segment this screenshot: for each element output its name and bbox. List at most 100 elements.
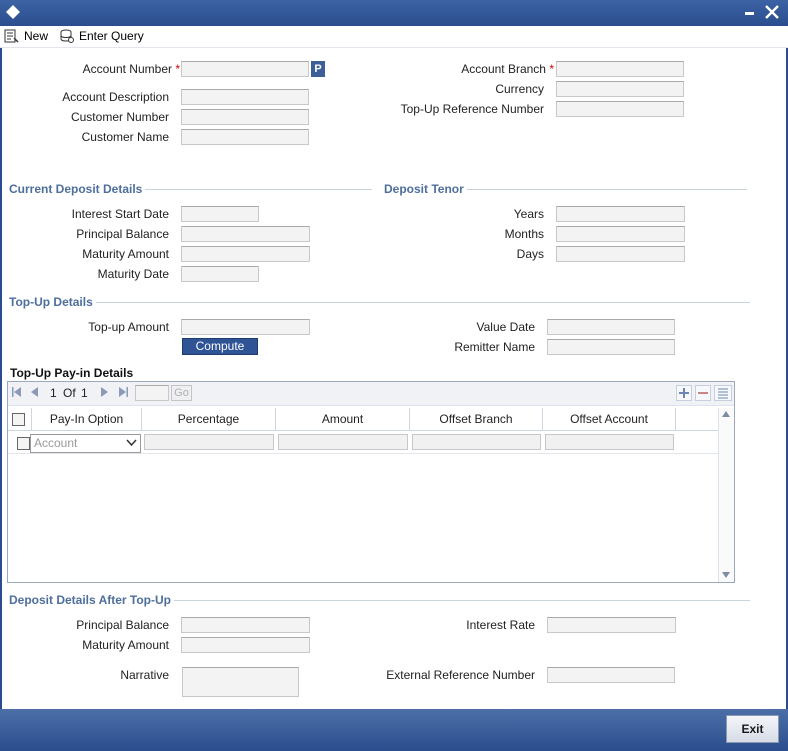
col-offset-account[interactable]: Offset Account [543,408,676,431]
new-record-icon [4,29,19,43]
minimize-icon[interactable] [743,4,757,18]
next-page-icon[interactable] [98,385,110,399]
value-date-input[interactable] [547,319,675,335]
payin-option-value: Account [34,436,78,450]
amount-cell-input[interactable] [278,434,408,450]
current-deposit-title: Current Deposit Details [9,182,143,196]
months-input[interactable] [556,226,685,242]
months-label: Months [504,227,544,241]
pager-of-label: Of [63,386,76,400]
interest-rate-label: Interest Rate [466,618,535,632]
topup-reference-label: Top-Up Reference Number [400,102,544,116]
payin-details-title: Top-Up Pay-in Details [10,366,134,380]
payin-option-select[interactable]: Account [30,434,141,453]
after-maturity-amount-input[interactable] [181,637,310,653]
account-description-label: Account Description [62,90,169,104]
external-reference-label: External Reference Number [386,668,535,682]
window-diamond-icon [6,5,20,19]
col-amount[interactable]: Amount [276,408,410,431]
account-lookup-button[interactable]: P [311,61,325,77]
topup-details-title: Top-Up Details [9,295,93,309]
section-divider [96,302,750,303]
page-number-input[interactable] [135,385,169,401]
row-checkbox[interactable] [17,437,30,450]
topup-amount-input[interactable] [181,319,310,335]
topup-amount-label: Top-up Amount [88,320,169,334]
account-number-text: Account Number [82,62,172,76]
maturity-date-input[interactable] [181,266,259,282]
col-percentage[interactable]: Percentage [142,408,276,431]
go-button[interactable]: Go [171,385,192,401]
enter-query-button[interactable]: Enter Query [59,27,144,45]
single-view-icon[interactable] [714,385,732,401]
external-reference-input[interactable] [547,667,675,683]
grid-vertical-scrollbar[interactable] [718,408,734,582]
customer-name-input[interactable] [181,129,309,145]
deposit-tenor-title: Deposit Tenor [384,182,464,196]
after-principal-balance-input[interactable] [181,617,310,633]
currency-input[interactable] [556,81,684,97]
topup-reference-input[interactable] [556,101,684,117]
currency-label: Currency [495,82,544,96]
window-titlebar [0,0,788,26]
exit-button[interactable]: Exit [726,715,779,743]
principal-balance-label: Principal Balance [76,227,169,241]
interest-start-date-input[interactable] [181,206,259,222]
after-principal-balance-label: Principal Balance [76,618,169,632]
pager-total: 1 [81,386,88,400]
section-divider [467,189,747,190]
account-description-input[interactable] [181,89,309,105]
customer-number-input[interactable] [181,109,309,125]
days-label: Days [516,247,544,261]
compute-button[interactable]: Compute [182,338,258,355]
narrative-label: Narrative [120,668,169,682]
account-number-label: Account Number * [40,62,180,76]
after-maturity-amount-label: Maturity Amount [82,638,169,652]
first-page-icon[interactable] [11,385,23,399]
maturity-date-label: Maturity Date [97,267,169,281]
maturity-amount-label: Maturity Amount [82,247,169,261]
pager-current: 1 [50,386,57,400]
chevron-down-icon [126,439,137,447]
maturity-amount-input[interactable] [181,246,310,262]
last-page-icon[interactable] [117,385,129,399]
section-divider [174,600,750,601]
required-marker: * [549,62,554,76]
scroll-up-icon[interactable] [721,410,731,418]
value-date-label: Value Date [476,320,535,334]
query-icon [60,29,74,43]
principal-balance-input[interactable] [181,226,310,242]
add-row-icon[interactable] [676,385,692,401]
after-topup-title: Deposit Details After Top-Up [9,593,172,607]
close-icon[interactable] [763,3,781,21]
offset-branch-cell-input[interactable] [412,434,541,450]
remitter-name-label: Remitter Name [454,340,535,354]
account-number-input[interactable] [181,61,309,77]
select-all-checkbox[interactable] [12,413,25,426]
account-branch-input[interactable] [556,61,684,77]
years-label: Years [513,207,544,221]
delete-row-icon[interactable] [695,385,711,401]
section-divider [145,189,372,190]
account-branch-label: Account Branch * [380,62,554,76]
interest-rate-input[interactable] [547,617,676,633]
col-payin-option[interactable]: Pay-In Option [32,408,142,431]
years-input[interactable] [556,206,685,222]
col-offset-branch[interactable]: Offset Branch [410,408,543,431]
required-marker: * [175,62,180,76]
narrative-textarea[interactable] [182,667,299,697]
customer-number-label: Customer Number [70,110,169,124]
offset-account-cell-input[interactable] [545,434,674,450]
new-label: New [24,29,49,43]
days-input[interactable] [556,246,685,262]
prev-page-icon[interactable] [29,385,41,399]
interest-start-date-label: Interest Start Date [71,207,169,221]
footer-bar [0,709,788,751]
scroll-down-icon[interactable] [721,571,731,579]
account-branch-text: Account Branch [461,62,546,76]
customer-name-label: Customer Name [81,130,169,144]
remitter-name-input[interactable] [547,339,675,355]
new-button[interactable]: New [4,27,48,45]
percentage-cell-input[interactable] [144,434,274,450]
window-frame-left [0,48,2,710]
